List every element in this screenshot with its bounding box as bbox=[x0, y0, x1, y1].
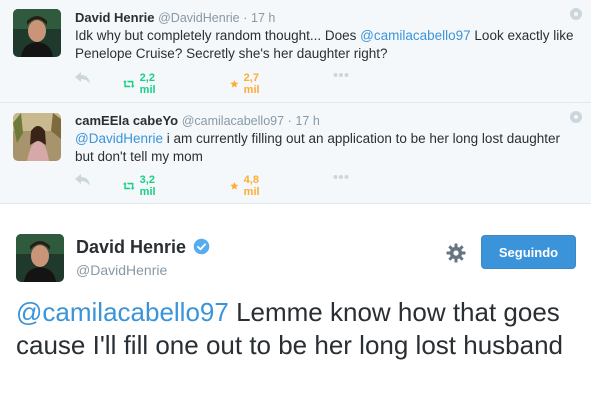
more-icon bbox=[333, 175, 349, 179]
avatar-camila[interactable] bbox=[13, 113, 61, 161]
gear-icon[interactable] bbox=[446, 243, 466, 268]
star-icon bbox=[230, 80, 239, 88]
retweet-icon bbox=[123, 182, 135, 190]
reply-button[interactable] bbox=[75, 174, 91, 186]
main-tweet-text: @camilacabello97 Lemme know how that goe… bbox=[16, 296, 581, 362]
tweet-text: Idk why but completely random thought...… bbox=[75, 27, 575, 63]
tweet-2[interactable]: camEEla cabeYo @camilacabello97 · 17 h @… bbox=[0, 103, 591, 204]
timestamp[interactable]: 17 h bbox=[251, 11, 275, 25]
author-handle[interactable]: @DavidHenrie bbox=[158, 11, 239, 25]
following-button[interactable]: Seguindo bbox=[481, 235, 576, 269]
avatar-david-henrie[interactable] bbox=[13, 9, 61, 57]
reply-button[interactable] bbox=[75, 72, 91, 84]
verified-icon bbox=[193, 238, 210, 255]
favorite-button[interactable]: 4,8 mil bbox=[230, 174, 265, 198]
retweet-count: 3,2 mil bbox=[139, 174, 156, 198]
tweet-menu-icon[interactable] bbox=[570, 8, 582, 20]
author-name[interactable]: David Henrie bbox=[75, 10, 154, 25]
more-icon bbox=[333, 73, 349, 77]
favorite-count: 4,8 mil bbox=[243, 174, 260, 198]
more-button[interactable] bbox=[333, 174, 349, 180]
tweet-text-part: Idk why but completely random thought...… bbox=[75, 28, 361, 43]
main-author-handle[interactable]: @DavidHenrie bbox=[76, 262, 167, 278]
retweet-count: 2,2 mil bbox=[139, 72, 156, 96]
main-author-name[interactable]: David Henrie bbox=[76, 237, 210, 258]
author-name[interactable]: camEEla cabeYo bbox=[75, 113, 178, 128]
separator: · bbox=[243, 11, 248, 25]
mention-link[interactable]: @camilacabello97 bbox=[360, 28, 471, 43]
separator: · bbox=[287, 114, 292, 128]
star-icon bbox=[230, 182, 239, 190]
retweet-button[interactable]: 3,2 mil bbox=[123, 174, 162, 198]
favorite-count: 2,7 mil bbox=[243, 72, 260, 96]
mention-link[interactable]: @DavidHenrie bbox=[75, 131, 163, 146]
tweet-header: camEEla cabeYo @camilacabello97 · 17 h bbox=[75, 113, 320, 128]
tweet-text: @DavidHenrie i am currently filling out … bbox=[75, 130, 575, 166]
mention-link[interactable]: @camilacabello97 bbox=[16, 297, 229, 327]
favorite-button[interactable]: 2,7 mil bbox=[230, 72, 265, 96]
retweet-button[interactable]: 2,2 mil bbox=[123, 72, 162, 96]
reply-icon bbox=[75, 72, 90, 84]
main-author-name-text: David Henrie bbox=[76, 237, 187, 257]
retweet-icon bbox=[123, 80, 135, 88]
avatar-david-henrie-large[interactable] bbox=[16, 234, 64, 282]
author-handle[interactable]: @camilacabello97 bbox=[182, 114, 284, 128]
tweet-header: David Henrie @DavidHenrie · 17 h bbox=[75, 10, 275, 25]
main-tweet: David Henrie @DavidHenrie Seguindo @cami… bbox=[0, 204, 591, 408]
tweet-menu-icon[interactable] bbox=[570, 111, 582, 123]
more-button[interactable] bbox=[333, 72, 349, 78]
reply-icon bbox=[75, 174, 90, 186]
tweet-1[interactable]: David Henrie @DavidHenrie · 17 h Idk why… bbox=[0, 0, 591, 103]
timestamp[interactable]: 17 h bbox=[295, 114, 319, 128]
